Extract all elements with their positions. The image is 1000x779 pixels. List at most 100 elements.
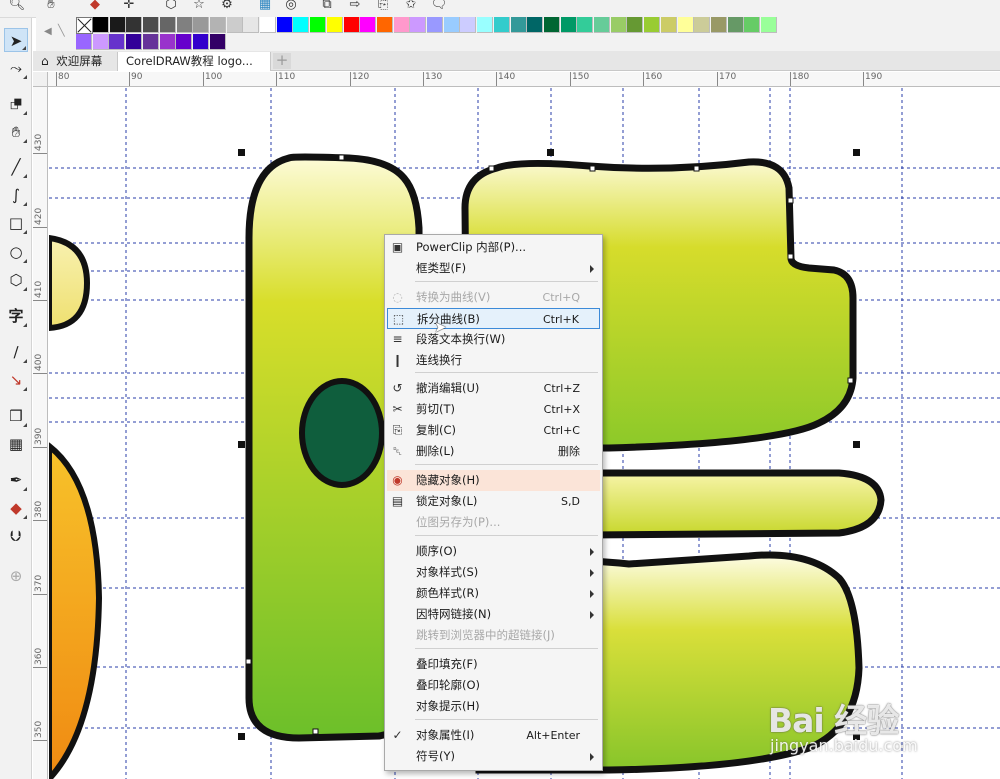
transform-icon[interactable]: ✛	[120, 0, 138, 14]
color-swatch[interactable]	[393, 17, 410, 33]
context-menu-item[interactable]: 叠印轮廓(O)	[387, 675, 600, 696]
palette-scroll-left-icon[interactable]: ◀	[44, 26, 52, 37]
color-swatch[interactable]	[477, 17, 494, 33]
color-swatch[interactable]	[744, 17, 761, 33]
artistic-media-tool-icon[interactable]: ∫	[4, 183, 28, 207]
callout-icon[interactable]: 🗨︎	[430, 0, 448, 14]
vertical-ruler[interactable]: 430 420 410 400 390 380 370 360 350	[33, 87, 48, 779]
context-menu-item[interactable]: 框类型(F)	[387, 258, 600, 279]
color-swatch[interactable]	[677, 17, 694, 33]
context-menu-item[interactable]: 对象样式(S)	[387, 562, 600, 583]
color-swatch[interactable]	[326, 17, 343, 33]
fill-icon[interactable]: ◆	[86, 0, 104, 14]
color-swatch[interactable]	[209, 34, 226, 50]
color-swatch[interactable]	[159, 17, 176, 33]
polygon-tool-icon[interactable]: ⬡	[4, 268, 28, 292]
context-menu-item[interactable]: ▤ 锁定对象(L) S,D	[387, 491, 600, 512]
context-menu-item[interactable]: ✓ 对象属性(I) Alt+Enter	[387, 725, 600, 746]
context-menu-item[interactable]: 叠印填充(F)	[387, 654, 600, 675]
context-menu-item[interactable]: ⬚ 拆分曲线(B) Ctrl+K	[387, 308, 600, 329]
color-swatch[interactable]	[93, 17, 109, 33]
color-swatch[interactable]	[159, 34, 176, 50]
tab-welcome-screen[interactable]: ⌂ 欢迎屏幕	[33, 52, 117, 71]
pan-icon[interactable]: ✋︎	[42, 0, 60, 14]
context-menu-item[interactable]: ◉ 隐藏对象(H)	[387, 470, 600, 491]
color-swatch[interactable]	[276, 17, 293, 33]
context-menu-item[interactable]: ≡ 段落文本换行(W)	[387, 329, 600, 350]
color-swatch[interactable]	[310, 17, 327, 33]
color-swatch[interactable]	[543, 17, 560, 33]
color-swatch[interactable]	[293, 17, 310, 33]
star-icon[interactable]: ☆	[190, 0, 208, 14]
interactive-fill-tool-icon[interactable]: ◆	[4, 496, 28, 520]
color-swatch[interactable]	[577, 17, 594, 33]
zoom-icon[interactable]: 🔍︎	[8, 0, 26, 14]
context-menu-item[interactable]: 颜色样式(R)	[387, 583, 600, 604]
color-swatch[interactable]	[92, 34, 109, 50]
rectangle-tool-icon[interactable]: □	[4, 211, 28, 235]
color-swatch[interactable]	[460, 17, 477, 33]
color-swatch[interactable]	[109, 17, 126, 33]
color-swatch[interactable]	[660, 17, 677, 33]
add-tab-button[interactable]: +	[273, 53, 291, 69]
color-swatch[interactable]	[443, 17, 460, 33]
ellipse-tool-icon[interactable]: ○	[4, 240, 28, 264]
context-menu-item[interactable]: 对象提示(H)	[387, 696, 600, 717]
context-menu-item[interactable]: ␡ 删除(L) 删除	[387, 441, 600, 462]
pick-tool-icon[interactable]: ➤	[4, 28, 28, 52]
tab-document[interactable]: CorelDRAW教程 logo...	[117, 52, 271, 71]
color-swatch[interactable]	[176, 34, 193, 50]
add-tool-icon[interactable]: ⊕	[4, 564, 28, 588]
crop-tool-icon[interactable]: ⮻	[4, 92, 28, 116]
eyedropper-tool-icon[interactable]: ✒	[4, 468, 28, 492]
color-swatch[interactable]	[493, 17, 510, 33]
color-swatch[interactable]	[192, 34, 209, 50]
ruler-corner[interactable]	[33, 72, 48, 87]
color-swatch[interactable]	[142, 34, 159, 50]
color-swatch[interactable]	[143, 17, 160, 33]
color-swatch[interactable]	[560, 17, 577, 33]
drop-shadow-tool-icon[interactable]: ❒	[4, 404, 28, 428]
color-swatch[interactable]	[126, 34, 143, 50]
flowchart-icon[interactable]: ⎘	[374, 0, 392, 14]
eyedropper-mini-icon[interactable]: ╲	[58, 24, 65, 37]
smart-fill-tool-icon[interactable]: ⮋	[4, 524, 28, 548]
color-swatch[interactable]	[376, 17, 393, 33]
connector-tool-icon[interactable]: ↘	[4, 368, 28, 392]
color-swatch[interactable]	[126, 17, 143, 33]
color-swatch[interactable]	[209, 17, 226, 33]
color-swatch[interactable]	[410, 17, 427, 33]
color-swatch[interactable]	[644, 17, 661, 33]
color-swatch[interactable]	[360, 17, 377, 33]
context-menu-item[interactable]: 顺序(O)	[387, 541, 600, 562]
freehand-tool-icon[interactable]: ╱	[4, 155, 28, 179]
color-swatch[interactable]	[243, 17, 260, 33]
color-swatch[interactable]	[627, 17, 644, 33]
color-swatch[interactable]	[610, 17, 627, 33]
color-swatch[interactable]	[260, 17, 276, 33]
shapes-icon[interactable]: ⧉	[318, 0, 336, 14]
grid-icon[interactable]: ▦	[256, 0, 274, 14]
color-swatch[interactable]	[594, 17, 610, 33]
color-swatch[interactable]	[510, 17, 527, 33]
color-swatch[interactable]	[527, 17, 544, 33]
color-swatch[interactable]	[761, 17, 777, 33]
context-menu-item[interactable]: ⎘ 复制(C) Ctrl+C	[387, 420, 600, 441]
context-menu-item[interactable]: ↺ 撤消编辑(U) Ctrl+Z	[387, 378, 600, 399]
color-swatch[interactable]	[694, 17, 711, 33]
color-swatch[interactable]	[226, 17, 243, 33]
dimension-tool-icon[interactable]: ∕	[4, 340, 28, 364]
text-tool-icon[interactable]: 字	[4, 304, 28, 328]
context-menu-item[interactable]: ▣ PowerClip 内部(P)...	[387, 237, 600, 258]
arrow-shape-icon[interactable]: ⇨	[346, 0, 364, 14]
color-swatch[interactable]	[343, 17, 360, 33]
pan-tool-icon[interactable]: ✋︎	[4, 120, 28, 144]
horizontal-ruler[interactable]: 80 90 100 110 120 130 140 150 160 170 180 190	[48, 72, 1000, 87]
no-color-swatch[interactable]	[76, 17, 93, 34]
context-menu-item[interactable]: 符号(Y)	[387, 746, 600, 767]
color-swatch[interactable]	[193, 17, 210, 33]
color-swatch[interactable]	[109, 34, 126, 50]
transparency-tool-icon[interactable]: ▦	[4, 432, 28, 456]
color-swatch[interactable]	[727, 17, 744, 33]
star-shape-icon[interactable]: ✩	[402, 0, 420, 14]
